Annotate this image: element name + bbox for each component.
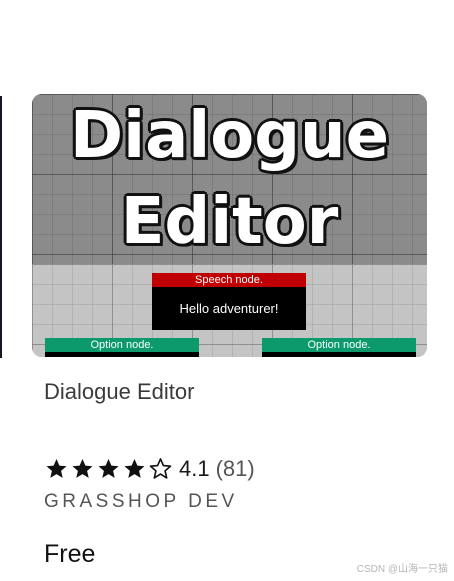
star-filled-icon bbox=[124, 459, 145, 478]
product-title[interactable]: Dialogue Editor bbox=[44, 379, 194, 405]
speech-node: Speech node. Hello adventurer! bbox=[152, 273, 306, 330]
rating-value: 4.1 bbox=[179, 456, 210, 481]
rating-row: 4.1 (81) bbox=[44, 456, 255, 482]
star-filled-icon bbox=[98, 459, 119, 478]
product-thumbnail[interactable]: Dialogue Editor Speech node. Hello adven… bbox=[32, 94, 427, 357]
speech-node-body: Hello adventurer! bbox=[179, 301, 279, 316]
option-node-header: Option node. bbox=[262, 338, 416, 352]
publisher-name[interactable]: GRASSHOP DEV bbox=[44, 491, 238, 513]
rating-count: (81) bbox=[215, 456, 255, 481]
speech-node-header: Speech node. bbox=[152, 273, 306, 287]
previous-card-edge[interactable] bbox=[0, 96, 2, 358]
price-label: Free bbox=[44, 540, 96, 568]
thumbnail-title-line1: Dialogue bbox=[70, 99, 389, 173]
rating-stars bbox=[44, 457, 173, 481]
star-outline-icon bbox=[149, 458, 172, 479]
watermark: CSDN @山海一只猫 bbox=[356, 564, 448, 575]
star-filled-icon bbox=[72, 459, 93, 478]
star-filled-icon bbox=[46, 459, 67, 478]
option-node-right: Option node. bbox=[262, 338, 416, 357]
option-node-header: Option node. bbox=[45, 338, 199, 352]
thumbnail-title-line2: Editor bbox=[120, 185, 339, 259]
option-node-left: Option node. bbox=[45, 338, 199, 357]
